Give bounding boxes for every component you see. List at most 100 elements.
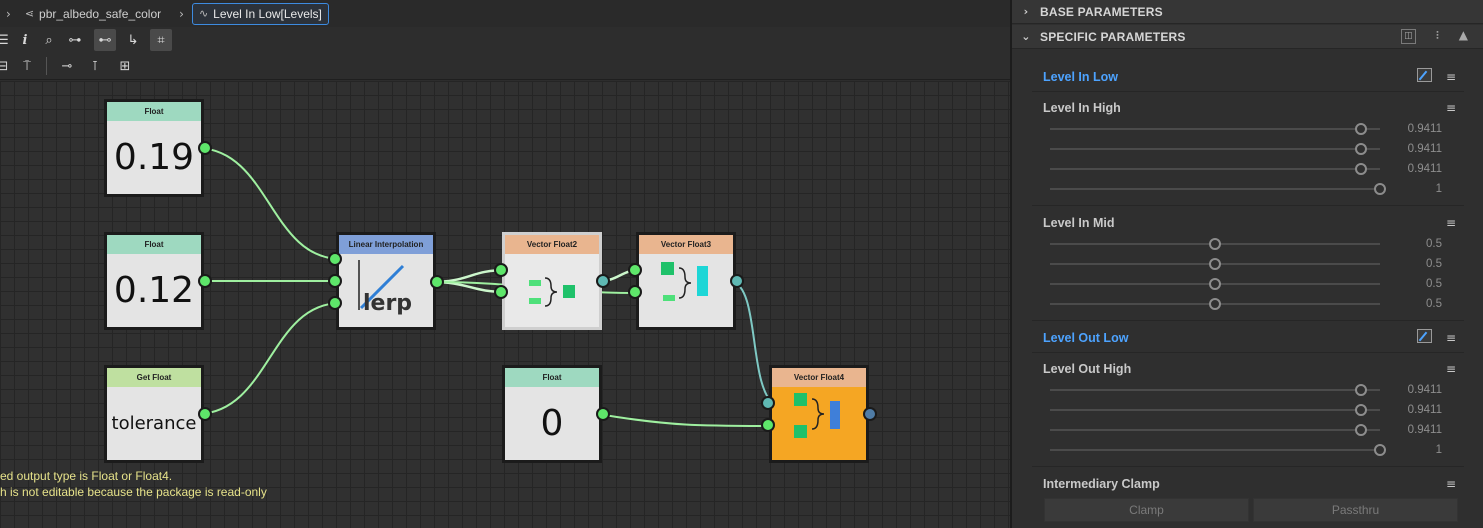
param-menu-icon[interactable]: ≡ (1446, 101, 1456, 115)
input-port-y[interactable] (494, 285, 508, 299)
snap-grid-icon[interactable]: ⊞ (114, 55, 136, 77)
search-icon[interactable]: ⌕ (38, 29, 60, 51)
slider-value[interactable]: 0.9411 (1382, 143, 1442, 155)
chevron-down-icon: ⌄ (1021, 30, 1031, 43)
specific-parameters-header[interactable]: ⌄ SPECIFIC PARAMETERS ◫ ⫶ ▲ (1012, 25, 1483, 49)
input-port-xyz[interactable] (761, 396, 775, 410)
get-float-node[interactable]: Get Float tolerance (104, 365, 212, 463)
slider-b[interactable] (1050, 163, 1380, 175)
pin-icon[interactable]: ⍑ (16, 55, 38, 77)
slider-value[interactable]: 0.5 (1382, 278, 1442, 290)
param-label: Level In High (1043, 101, 1121, 115)
breadcrumb-item-graph[interactable]: ⋖ pbr_albedo_safe_color (19, 3, 167, 25)
vector-compose-icon (772, 387, 866, 460)
param-menu-icon[interactable]: ≡ (1446, 331, 1456, 345)
node-header: Get Float (107, 368, 201, 387)
slider-value[interactable]: 0.9411 (1382, 163, 1442, 175)
breadcrumb: › ⋖ pbr_albedo_safe_color › ∿ Level In L… (0, 0, 1010, 27)
wire-float1-lerp (198, 147, 342, 260)
output-port[interactable] (198, 407, 212, 421)
slider-r[interactable] (1050, 384, 1380, 396)
param-level-out-high: Level Out High ≡ 0.9411 0.9411 0.9411 1 (1032, 362, 1464, 467)
float-node-2[interactable]: Float 0.12 (104, 232, 212, 330)
slider-value[interactable]: 1 (1382, 183, 1442, 195)
vector-float3-node[interactable]: Vector Float3 (628, 232, 744, 330)
clamp-button[interactable]: Clamp (1044, 498, 1249, 522)
distribute-vertical-icon[interactable]: ⊺ (84, 55, 106, 77)
input-port-t[interactable] (328, 296, 342, 310)
node-header: Vector Float4 (772, 368, 866, 387)
param-menu-icon[interactable]: ≡ (1446, 216, 1456, 230)
vector-float2-node[interactable]: Vector Float2 (494, 232, 610, 330)
slider-value[interactable]: 1 (1382, 444, 1442, 456)
param-menu-icon[interactable]: ≡ (1446, 70, 1456, 84)
align-horizontal-icon[interactable]: ⊶ (64, 29, 86, 51)
slider-r[interactable] (1050, 238, 1380, 250)
slider-b[interactable] (1050, 278, 1380, 290)
slider-b[interactable] (1050, 424, 1380, 436)
slider-value[interactable]: 0.9411 (1382, 404, 1442, 416)
vector-float4-node[interactable]: Vector Float4 (761, 365, 877, 463)
output-port[interactable] (596, 407, 610, 421)
slider-value[interactable]: 0.5 (1382, 298, 1442, 310)
distribute-horizontal-icon[interactable]: ⊸ (56, 55, 78, 77)
info-icon[interactable]: i (14, 29, 36, 51)
input-port-x[interactable] (494, 263, 508, 277)
frame-icon[interactable]: ⌗ (150, 29, 172, 51)
wire-float3-vf4 (597, 413, 774, 427)
breadcrumb-label: pbr_albedo_safe_color (39, 6, 162, 21)
histogram-icon[interactable]: ⫶ (1430, 29, 1445, 44)
breadcrumb-item-function[interactable]: ∿ Level In Low[Levels] (191, 2, 329, 25)
image-link-icon[interactable]: ◫ (1401, 29, 1416, 44)
slider-a[interactable] (1050, 298, 1380, 310)
float-node-1[interactable]: Float 0.19 (104, 99, 212, 197)
list-icon[interactable]: ☰ (0, 29, 14, 51)
status-line: h is not editable because the package is… (0, 485, 267, 499)
param-menu-icon[interactable]: ≡ (1446, 362, 1456, 376)
output-port[interactable] (596, 274, 610, 288)
section-title: BASE PARAMETERS (1040, 4, 1163, 19)
bookmark-icon[interactable]: ⊟ (0, 55, 14, 77)
input-port-w[interactable] (761, 418, 775, 432)
param-label: Intermediary Clamp (1043, 477, 1160, 491)
lerp-node[interactable]: Linear Interpolation lerp (328, 232, 444, 330)
slider-g[interactable] (1050, 258, 1380, 270)
slider-value[interactable]: 0.5 (1382, 258, 1442, 270)
layout-tree-icon[interactable]: ⊷ (94, 29, 116, 51)
slider-value[interactable]: 0.9411 (1382, 384, 1442, 396)
node-header: Float (107, 235, 201, 254)
output-port[interactable] (198, 141, 212, 155)
input-port-a[interactable] (328, 252, 342, 266)
param-intermediary-clamp: Intermediary Clamp ≡ (1032, 477, 1464, 497)
output-port[interactable] (430, 275, 444, 289)
slider-r[interactable] (1050, 123, 1380, 135)
graph-editor: › ⋖ pbr_albedo_safe_color › ∿ Level In L… (0, 0, 1010, 528)
slider-g[interactable] (1050, 143, 1380, 155)
input-port-xy[interactable] (628, 263, 642, 277)
param-menu-icon[interactable]: ≡ (1446, 477, 1456, 491)
vector-compose-icon (505, 254, 599, 327)
passthru-button[interactable]: Passthru (1253, 498, 1458, 522)
output-port[interactable] (198, 274, 212, 288)
edit-function-icon[interactable] (1417, 68, 1432, 82)
toolbar-divider (46, 57, 47, 75)
slider-value[interactable]: 0.9411 (1382, 424, 1442, 436)
node-header: Float (107, 102, 201, 121)
levels-icon[interactable]: ▲ (1456, 29, 1471, 44)
edit-function-icon[interactable] (1417, 329, 1432, 343)
input-port-b[interactable] (328, 274, 342, 288)
slider-a[interactable] (1050, 183, 1386, 195)
output-port[interactable] (730, 274, 744, 288)
slider-g[interactable] (1050, 404, 1380, 416)
node-graph-canvas[interactable]: Float 0.19 Float 0.12 Get Float toleranc… (0, 81, 1010, 528)
float-node-3[interactable]: Float 0 (502, 365, 610, 463)
slider-value[interactable]: 0.5 (1382, 238, 1442, 250)
output-port[interactable] (863, 407, 877, 421)
slider-a[interactable] (1050, 444, 1386, 456)
status-messages: ed output type is Float or Float4. h is … (0, 468, 267, 500)
input-port-z[interactable] (628, 285, 642, 299)
slider-value[interactable]: 0.9411 (1382, 123, 1442, 135)
node-value: 0 (540, 403, 564, 444)
base-parameters-header[interactable]: › BASE PARAMETERS (1012, 0, 1483, 24)
link-route-icon[interactable]: ↳ (122, 29, 144, 51)
